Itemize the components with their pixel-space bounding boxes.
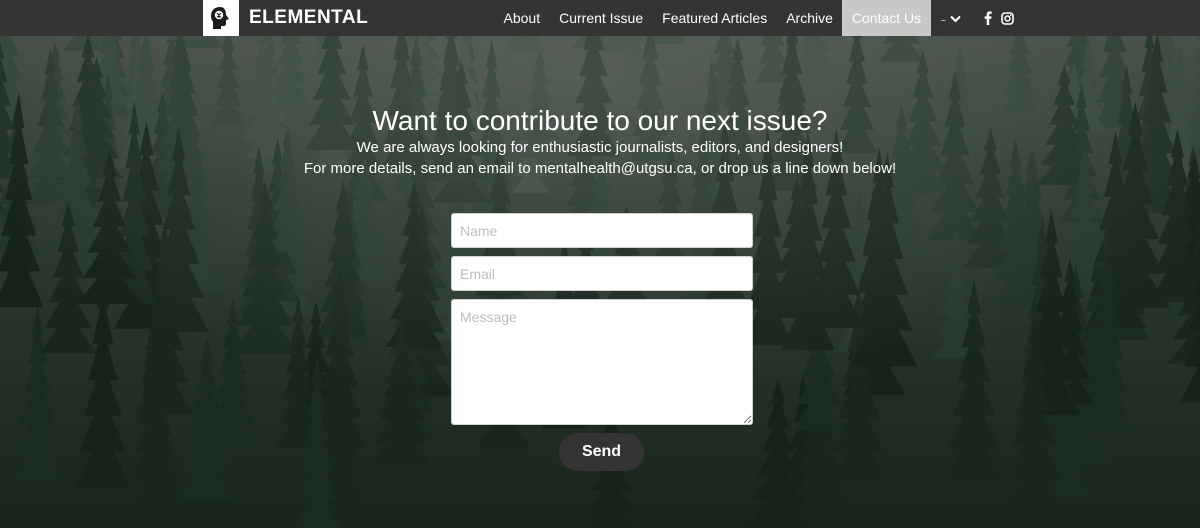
name-input[interactable]: [451, 213, 753, 248]
instagram-icon[interactable]: [1001, 11, 1014, 25]
facebook-icon[interactable]: [984, 11, 992, 25]
send-button[interactable]: Send: [559, 433, 644, 471]
nav-contact-us[interactable]: Contact Us: [842, 0, 931, 36]
message-textarea[interactable]: [451, 299, 753, 425]
page-title: Want to contribute to our next issue?: [372, 104, 828, 136]
head-brain-icon[interactable]: [203, 0, 239, 36]
hero-subtitle: We are always looking for enthusiastic j…: [0, 137, 1200, 179]
social-links: [975, 0, 1014, 36]
subtitle-line-2: For more details, send an email to menta…: [303, 160, 897, 177]
nav-about[interactable]: About: [494, 0, 550, 36]
nav-archive[interactable]: Archive: [777, 0, 843, 36]
chevron-down-icon: [950, 11, 961, 26]
contact-form: [451, 213, 753, 425]
main-nav: About Current Issue Featured Articles Ar…: [494, 0, 1014, 36]
top-navbar: ELEMENTAL About Current Issue Featured A…: [0, 0, 1200, 36]
nav-more-dropdown[interactable]: ...: [931, 0, 966, 36]
nav-current-issue[interactable]: Current Issue: [550, 0, 653, 36]
subtitle-line-1: We are always looking for enthusiastic j…: [356, 139, 844, 156]
brand[interactable]: ELEMENTAL: [203, 0, 368, 36]
brand-name[interactable]: ELEMENTAL: [249, 7, 368, 29]
nav-featured-articles[interactable]: Featured Articles: [653, 0, 777, 36]
more-label: ...: [940, 13, 946, 23]
email-input[interactable]: [451, 256, 753, 291]
